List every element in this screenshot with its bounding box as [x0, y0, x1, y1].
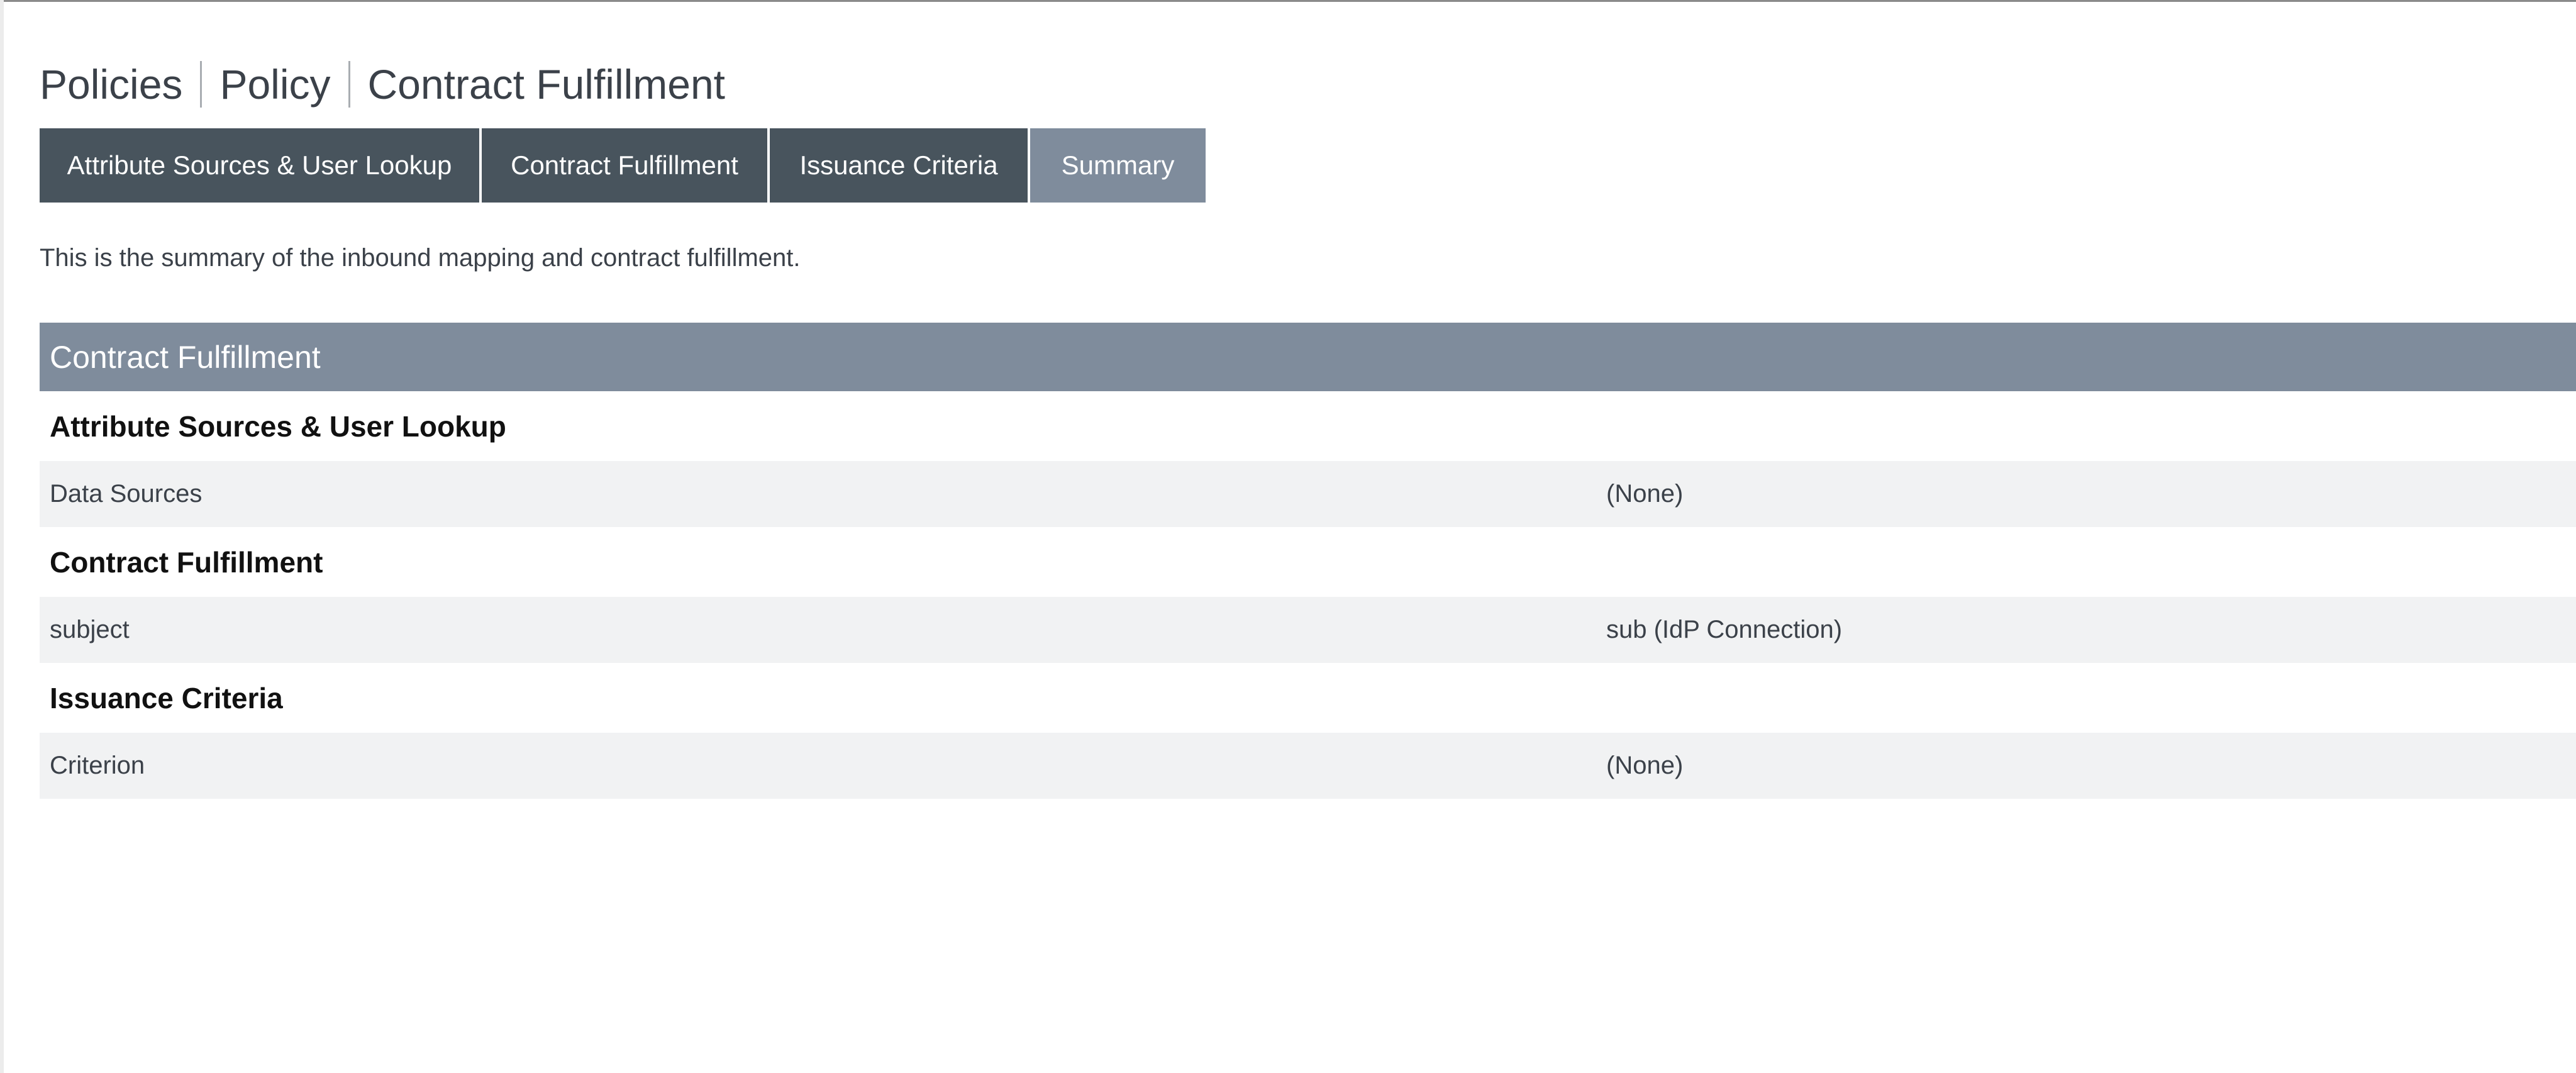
tab-issuance-criteria[interactable]: Issuance Criteria — [767, 128, 1028, 203]
breadcrumb-separator — [200, 61, 203, 108]
breadcrumb-separator — [348, 61, 350, 108]
row-key: subject — [50, 616, 130, 643]
left-divider — [0, 0, 4, 1073]
breadcrumb-item-current: Contract Fulfillment — [367, 61, 726, 108]
summary-table: Contract Fulfillment Attribute Sources &… — [40, 323, 2576, 799]
section-title-attribute-sources: Attribute Sources & User Lookup — [40, 391, 2576, 461]
breadcrumb-item-policies[interactable]: Policies — [40, 58, 182, 111]
row-key: Data Sources — [50, 480, 203, 508]
tab-attribute-sources[interactable]: Attribute Sources & User Lookup — [40, 128, 479, 203]
section-title-issuance-criteria: Issuance Criteria — [40, 663, 2576, 733]
table-row: Data Sources (None) — [40, 461, 2576, 527]
page: Policies Policy Contract Fulfillment Att… — [0, 0, 2576, 1073]
top-divider — [0, 0, 2576, 2]
breadcrumb: Policies Policy Contract Fulfillment — [40, 58, 725, 111]
table-row: Criterion (None) — [40, 733, 2576, 799]
section-title-contract-fulfillment: Contract Fulfillment — [40, 527, 2576, 597]
table-row: subject sub (IdP Connection) — [40, 597, 2576, 663]
row-value: (None) — [1606, 752, 1684, 779]
row-key: Criterion — [50, 752, 145, 779]
breadcrumb-item-policy[interactable]: Policy — [219, 58, 330, 111]
row-value: (None) — [1606, 480, 1684, 508]
tab-contract-fulfillment[interactable]: Contract Fulfillment — [479, 128, 767, 203]
summary-description: This is the summary of the inbound mappi… — [40, 244, 801, 272]
tab-summary[interactable]: Summary — [1028, 128, 1206, 203]
summary-header: Contract Fulfillment — [40, 323, 2576, 391]
row-value: sub (IdP Connection) — [1606, 616, 1843, 643]
wizard-tabs: Attribute Sources & User Lookup Contract… — [40, 128, 1206, 203]
